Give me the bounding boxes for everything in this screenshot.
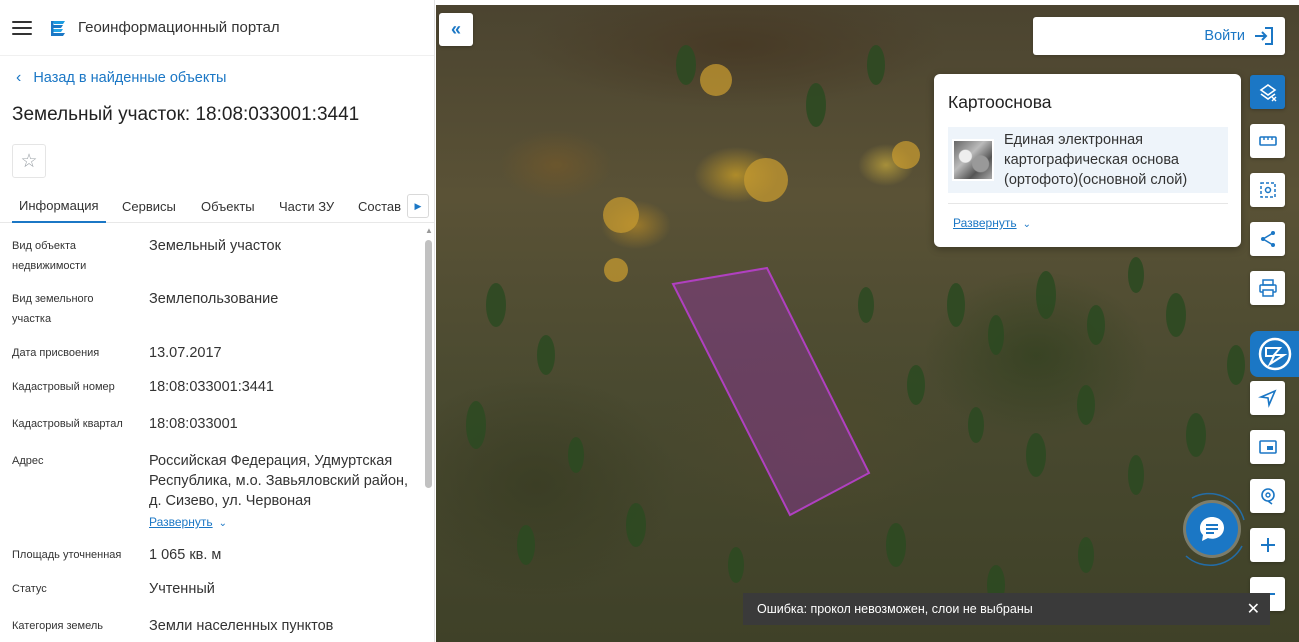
- tab-services[interactable]: Сервисы: [122, 190, 176, 223]
- tab-parts[interactable]: Части ЗУ: [279, 190, 334, 223]
- back-link[interactable]: ‹ Назад в найденные объекты: [16, 68, 434, 88]
- locate-button[interactable]: [1250, 381, 1285, 415]
- property-label: Кадастровый номер: [12, 381, 115, 393]
- property-label: Дата присвоения: [12, 347, 100, 359]
- minimap-button[interactable]: [1250, 430, 1285, 464]
- portal-logo-icon: [51, 20, 65, 36]
- share-icon: [1260, 231, 1275, 247]
- geolocation-button[interactable]: [1250, 479, 1285, 513]
- layers-icon: [1259, 84, 1276, 102]
- tab-objects[interactable]: Объекты: [201, 190, 255, 223]
- scrollbar-thumb[interactable]: [425, 240, 432, 488]
- top-bar: Геоинформационный портал: [0, 0, 434, 56]
- property-value: Земельный участок: [149, 238, 281, 254]
- ruler-icon: [1258, 136, 1277, 146]
- login-icon: [1255, 27, 1273, 45]
- feedback-icon: [1258, 337, 1291, 371]
- basemap-expand-link[interactable]: Развернуть ⌄: [953, 216, 1031, 230]
- property-value: 1 065 кв. м: [149, 547, 222, 563]
- minimap-icon: [1258, 440, 1277, 454]
- area-select-icon: [1259, 182, 1276, 198]
- property-label: Адрес: [12, 455, 44, 467]
- collapse-panel-button[interactable]: «: [439, 13, 473, 46]
- print-icon: [1258, 279, 1277, 297]
- property-value: 13.07.2017: [149, 345, 222, 361]
- property-value: Землепользование: [149, 291, 279, 307]
- property-value: 18:08:033001: [149, 416, 238, 432]
- chevron-down-icon: ⌄: [1022, 219, 1031, 230]
- menu-icon[interactable]: [12, 20, 32, 35]
- zoom-in-button[interactable]: [1250, 528, 1285, 562]
- properties-list: Вид объекта недвижимости Земельный участ…: [0, 226, 422, 642]
- favorite-button[interactable]: ☆: [12, 144, 46, 178]
- basemap-layer-item[interactable]: Единая электронная картографическая осно…: [948, 127, 1228, 193]
- address-text: Российская Федерация, Удмуртская Республ…: [149, 453, 409, 509]
- tabs-next-button[interactable]: ▶: [407, 194, 429, 218]
- property-value: 18:08:033001:3441: [149, 379, 274, 395]
- property-label: Категория земель: [12, 620, 103, 632]
- toast-message: Ошибка: прокол невозможен, слои не выбра…: [757, 602, 1033, 616]
- print-button[interactable]: [1250, 271, 1285, 305]
- tab-information[interactable]: Информация: [12, 190, 106, 223]
- basemap-layer-name: Единая электронная картографическая осно…: [1004, 132, 1188, 188]
- area-select-button[interactable]: [1250, 173, 1285, 207]
- close-icon[interactable]: ✕: [1247, 599, 1260, 619]
- tab-composition[interactable]: Состав: [358, 190, 401, 223]
- property-label: Площадь уточненная: [12, 549, 122, 561]
- double-chevron-left-icon: «: [450, 19, 461, 39]
- land-parcel-polygon: [671, 266, 871, 517]
- chevron-left-icon: ‹: [16, 69, 22, 86]
- divider: [948, 203, 1228, 204]
- property-value: Учтенный: [149, 581, 215, 597]
- star-icon: ☆: [20, 150, 38, 172]
- basemap-title: Картооснова: [948, 92, 1052, 112]
- tab-bar: Информация Сервисы Объекты Части ЗУ Сост…: [0, 190, 434, 223]
- property-label: Вид объекта недвижимости: [12, 240, 87, 272]
- chat-button[interactable]: [1186, 503, 1238, 555]
- scroll-up-icon[interactable]: ▲: [425, 226, 433, 235]
- scrollbar[interactable]: ▲: [424, 226, 433, 642]
- layers-button[interactable]: [1250, 75, 1285, 109]
- chevron-down-icon: ⌄: [218, 518, 227, 529]
- property-label: Статус: [12, 583, 47, 595]
- object-title: Земельный участок: 18:08:033001:3441: [12, 104, 360, 125]
- basemap-thumbnail: [952, 139, 994, 181]
- side-panel: Геоинформационный портал ‹ Назад в найде…: [0, 0, 435, 642]
- error-toast: Ошибка: прокол невозможен, слои не выбра…: [743, 593, 1270, 625]
- plus-icon: [1260, 538, 1275, 552]
- chat-icon: [1200, 517, 1224, 541]
- ruler-button[interactable]: [1250, 124, 1285, 158]
- back-link-label: Назад в найденные объекты: [33, 70, 227, 86]
- portal-title: Геоинформационный портал: [78, 19, 280, 36]
- location-pin-icon: [1260, 488, 1275, 505]
- property-label: Кадастровый квартал: [12, 418, 123, 430]
- navigation-arrow-icon: [1257, 389, 1277, 408]
- login-label: Войти: [1204, 28, 1245, 44]
- feedback-button[interactable]: [1250, 331, 1299, 377]
- triangle-right-icon: ▶: [414, 200, 422, 211]
- address-expand-link[interactable]: Развернуть ⌄: [149, 512, 227, 534]
- share-button[interactable]: [1250, 222, 1285, 256]
- property-value-address: Российская Федерация, Удмуртская Республ…: [149, 451, 414, 534]
- property-label: Вид земельного участка: [12, 293, 94, 325]
- basemap-panel: Картооснова Единая электронная картограф…: [934, 74, 1241, 247]
- property-value: Земли населенных пунктов: [149, 618, 334, 634]
- login-button[interactable]: Войти: [1033, 17, 1285, 55]
